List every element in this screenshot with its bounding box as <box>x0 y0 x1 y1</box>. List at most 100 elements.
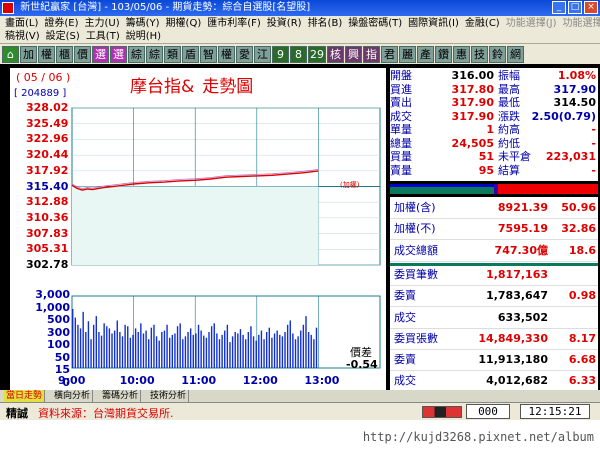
quote-label: 買進 <box>390 82 412 96</box>
stat-row: 加權(含) 8921.39 50.96 <box>390 197 598 219</box>
stat-label: 委買張數 <box>394 331 438 345</box>
volume-bar <box>145 330 147 368</box>
menu-item-row1-11[interactable]: 功能選擇(J) <box>503 17 560 30</box>
volume-bar <box>192 334 194 368</box>
minimize-button[interactable]: _ <box>552 1 566 14</box>
price-tick-label: 325.49 <box>26 116 69 130</box>
home-icon[interactable]: ⌂ <box>2 45 19 63</box>
toolbar-button-17[interactable]: 核 <box>327 45 344 63</box>
maximize-button[interactable]: □ <box>568 1 582 14</box>
toolbar-button-23[interactable]: 鑽 <box>435 45 452 63</box>
volume-bar <box>205 337 208 368</box>
volume-bar <box>279 334 281 368</box>
volume-bar <box>124 324 126 368</box>
menu-item-row1-8[interactable]: 操盤密碼(T) <box>345 17 405 30</box>
volume-bar <box>111 333 113 368</box>
toolbar-button-26[interactable]: 鈴 <box>489 45 506 63</box>
title-bar: 新世紀贏家 [台灣] - 103/05/06 - 期貨走勢：綜合自選股[名望股]… <box>0 0 600 16</box>
quick-toolbar: ⌂ 加權櫃價選選綜綜類盾智權愛江 9 8 29 核興指君麗產鑽惠技鈴網 <box>0 44 600 64</box>
toolbar-button-16[interactable]: 29 <box>308 45 326 63</box>
toolbar-button-6[interactable]: 綜 <box>128 45 145 63</box>
toolbar-button-22[interactable]: 產 <box>417 45 434 63</box>
volume-bar <box>116 320 118 368</box>
volume-bar <box>113 330 116 368</box>
toolbar-button-11[interactable]: 權 <box>218 45 235 63</box>
volume-bar <box>179 323 181 368</box>
volume-bar <box>74 317 77 368</box>
menu-item-row1-4[interactable]: 期權(Q) <box>163 17 205 30</box>
app-icon <box>2 2 14 14</box>
volume-bar <box>129 337 132 368</box>
toolbar-button-25[interactable]: 技 <box>471 45 488 63</box>
status-bar: 精誠 資料來源：台灣期貨交易所. 000 12:15:21 <box>0 402 600 420</box>
menu-item-row2-3[interactable]: 說明(H) <box>123 30 164 43</box>
toolbar-button-7[interactable]: 綜 <box>146 45 163 63</box>
quote-label: 買量 <box>390 150 412 163</box>
tab-3[interactable]: 技術分析 <box>148 390 190 402</box>
toolbar-button-14[interactable]: 9 <box>272 45 289 63</box>
toolbar-button-2[interactable]: 櫃 <box>56 45 73 63</box>
menu-item-row1-9[interactable]: 國際資訊(I) <box>405 17 462 30</box>
stat-value: 11,913,180 <box>478 353 548 367</box>
volume-bar <box>273 333 276 368</box>
menu-item-row2-0[interactable]: 稿視(V) <box>2 30 43 43</box>
toolbar-button-24[interactable]: 惠 <box>453 45 470 63</box>
volume-bar <box>231 336 234 368</box>
close-button[interactable]: × <box>584 1 598 14</box>
toolbar-button-20[interactable]: 君 <box>381 45 398 63</box>
time-tick-label: 9:00 <box>58 374 86 387</box>
toolbar-button-8[interactable]: 類 <box>164 45 181 63</box>
toolbar-button-15[interactable]: 8 <box>290 45 307 63</box>
price-tick-label: 302.78 <box>26 258 69 271</box>
menu-item-row2-1[interactable]: 設定(S) <box>43 30 83 43</box>
toolbar-button-5[interactable]: 選 <box>110 45 127 63</box>
main-area: ( 05 / 06 ) [ 204889 ] 摩台指& 走勢圖 328.02 325… <box>0 64 600 393</box>
tab-1[interactable]: 橫向分析 <box>52 390 94 402</box>
volume-bar <box>168 337 171 368</box>
toolbar-button-27[interactable]: 網 <box>507 45 524 63</box>
quote-value: 2.50(0.79) <box>531 109 596 123</box>
tab-0[interactable]: 當日走勢 <box>4 390 46 402</box>
toolbar-button-1[interactable]: 權 <box>38 45 55 63</box>
menu-item-row1-10[interactable]: 金融(C) <box>462 17 503 30</box>
quote-panel: 開盤 316.00 振幅 1.08% 買進 317.80 最高 317.90 賣出 317.90 最… <box>390 68 598 181</box>
toolbar-button-18[interactable]: 興 <box>345 45 362 63</box>
volume-bar <box>284 332 286 368</box>
volume-bar <box>260 330 263 368</box>
toolbar-button-19[interactable]: 指 <box>363 45 380 63</box>
spread-value: -0.54 <box>346 358 378 371</box>
menu-item-row1-6[interactable]: 投資(R) <box>264 17 305 30</box>
tab-2[interactable]: 籌碼分析 <box>100 390 142 402</box>
quote-label: 賣量 <box>390 163 412 177</box>
toolbar-button-21[interactable]: 麗 <box>399 45 416 63</box>
stat-row: 委買張數 14,849,330 8.17 <box>390 328 598 350</box>
menu-item-row1-7[interactable]: 排名(B) <box>305 17 346 30</box>
quote-label: 結算 <box>498 163 520 177</box>
toolbar-button-13[interactable]: 江 <box>254 45 271 63</box>
menu-item-row1-1[interactable]: 證券(E) <box>41 17 81 30</box>
stat-percent: 0.98 <box>568 289 596 303</box>
price-tick-label: 322.96 <box>26 132 69 146</box>
quote-label: 單量 <box>390 123 412 136</box>
volume-bar <box>310 334 312 368</box>
toolbar-button-0[interactable]: 加 <box>20 45 37 63</box>
menu-item-row1-3[interactable]: 籌碼(Y) <box>123 17 163 30</box>
menu-item-row2-2[interactable]: 工具(T) <box>83 30 123 43</box>
toolbar-button-10[interactable]: 智 <box>200 45 217 63</box>
volume-bar <box>313 339 315 368</box>
toolbar-button-12[interactable]: 愛 <box>236 45 253 63</box>
toolbar-button-3[interactable]: 價 <box>74 45 91 63</box>
volume-bar <box>237 333 239 368</box>
volume-bar <box>171 334 174 368</box>
trend-chart[interactable]: ( 05 / 06 ) [ 204889 ] 摩台指& 走勢圖 328.02 325… <box>10 68 386 390</box>
volume-bar <box>155 336 158 368</box>
menu-item-row1-2[interactable]: 主力(U) <box>82 17 123 30</box>
volume-bar <box>226 324 229 368</box>
menu-item-row1-0[interactable]: 畫面(L) <box>2 17 41 30</box>
menu-item-row1-5[interactable]: 匯市利率(F) <box>204 17 264 30</box>
menu-item-row1-12[interactable]: 功能選擇(K) <box>559 17 600 30</box>
stat-percent: 50.96 <box>561 201 596 214</box>
toolbar-button-9[interactable]: 盾 <box>182 45 199 63</box>
volume-bar <box>150 327 153 368</box>
toolbar-button-4[interactable]: 選 <box>92 45 109 63</box>
